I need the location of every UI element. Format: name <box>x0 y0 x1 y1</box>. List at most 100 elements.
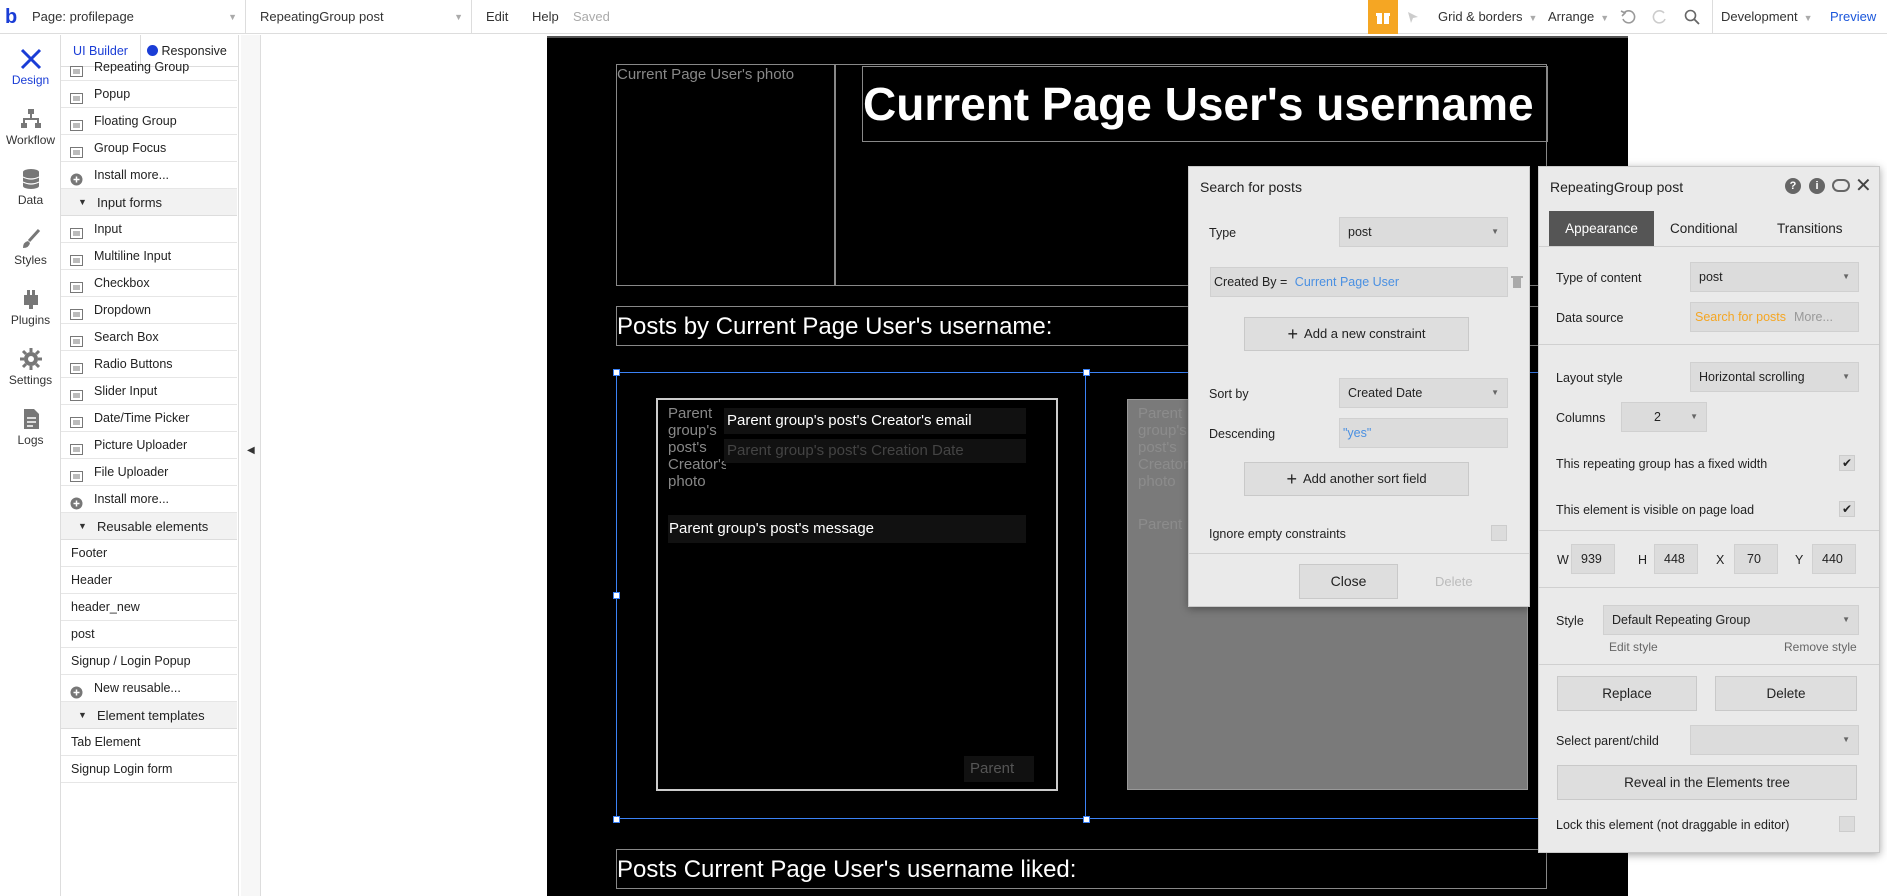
palette-scrollbar[interactable]: ◀ <box>241 35 261 896</box>
resize-handle[interactable] <box>613 592 620 599</box>
data-source-field[interactable]: Search for posts More... <box>1690 302 1859 332</box>
trash-icon[interactable] <box>1511 275 1523 289</box>
undo-icon[interactable] <box>1620 0 1640 34</box>
reusable-item-header-new[interactable]: header_new <box>61 594 237 621</box>
layout-style-dropdown[interactable]: Horizontal scrolling ▼ <box>1690 362 1859 392</box>
palette-item-search-box[interactable]: Search Box <box>61 324 237 351</box>
parent-button[interactable]: Parent <box>964 756 1034 782</box>
delete-button[interactable]: Delete <box>1435 574 1473 589</box>
remove-style-link[interactable]: Remove style <box>1784 640 1857 654</box>
constraint-value[interactable]: Current Page User <box>1295 275 1399 289</box>
close-icon[interactable]: ✕ <box>1855 173 1872 198</box>
user-photo-element[interactable]: Current Page User's photo <box>616 64 835 286</box>
resize-handle[interactable] <box>1083 369 1090 376</box>
palette-item-picture-uploader[interactable]: Picture Uploader <box>61 432 237 459</box>
pointer-icon[interactable] <box>1406 0 1426 34</box>
data-source-value[interactable]: Search for posts <box>1695 310 1786 324</box>
arrange-menu[interactable]: Arrange ▼ <box>1548 0 1609 34</box>
palette-item-input[interactable]: Input <box>61 216 237 243</box>
palette-item-radio-buttons[interactable]: Radio Buttons <box>61 351 237 378</box>
visible-on-load-checkbox[interactable]: ✔ <box>1839 501 1855 517</box>
palette-item-floating-group[interactable]: Floating Group <box>61 108 237 135</box>
palette-item-group-focus[interactable]: Group Focus <box>61 135 237 162</box>
delete-element-button[interactable]: Delete <box>1715 676 1857 711</box>
resize-handle[interactable] <box>613 816 620 823</box>
preview-link[interactable]: Preview <box>1830 0 1876 34</box>
nav-settings[interactable]: Settings <box>0 339 61 395</box>
nav-logs[interactable]: Logs <box>0 399 61 455</box>
help-menu[interactable]: Help <box>532 0 559 34</box>
reveal-in-tree-button[interactable]: Reveal in the Elements tree <box>1557 765 1857 800</box>
nav-plugins[interactable]: Plugins <box>0 279 61 335</box>
data-source-more[interactable]: More... <box>1794 310 1833 324</box>
search-icon[interactable] <box>1684 0 1704 34</box>
nav-design[interactable]: Design <box>0 39 61 95</box>
edit-style-link[interactable]: Edit style <box>1609 640 1658 654</box>
resize-handle[interactable] <box>1083 816 1090 823</box>
post-cell[interactable]: Parent group's post's Creator's photo Pa… <box>656 398 1058 791</box>
palette-item-dropdown[interactable]: Dropdown <box>61 297 237 324</box>
style-dropdown[interactable]: Default Repeating Group ▼ <box>1603 605 1859 635</box>
nav-styles[interactable]: Styles <box>0 219 61 275</box>
gift-icon[interactable] <box>1368 0 1398 34</box>
x-input[interactable]: 70 <box>1734 544 1778 574</box>
creator-email-text[interactable]: Parent group's post's Creator's email <box>724 408 1026 434</box>
height-input[interactable]: 448 <box>1654 544 1698 574</box>
add-constraint-button[interactable]: + Add a new constraint <box>1244 317 1469 351</box>
palette-item-popup[interactable]: Popup <box>61 81 237 108</box>
width-input[interactable]: 939 <box>1571 544 1615 574</box>
posts-liked-text[interactable]: Posts Current Page User's username liked… <box>616 849 1547 889</box>
reusable-item-post[interactable]: post <box>61 621 237 648</box>
info-icon[interactable]: i <box>1809 178 1825 194</box>
page-selector[interactable]: Page: profilepage ▼ <box>24 0 246 34</box>
nav-workflow[interactable]: Workflow <box>0 99 61 155</box>
reusable-item-signup-login-popup[interactable]: Signup / Login Popup <box>61 648 237 675</box>
y-input[interactable]: 440 <box>1812 544 1856 574</box>
ignore-empty-checkbox[interactable] <box>1491 525 1507 541</box>
comment-icon[interactable] <box>1832 179 1850 192</box>
element-selector[interactable]: RepeatingGroup post ▼ <box>252 0 472 34</box>
template-item-tab-element[interactable]: Tab Element <box>61 729 237 756</box>
palette-item-checkbox[interactable]: Checkbox <box>61 270 237 297</box>
reusable-item-header[interactable]: Header <box>61 567 237 594</box>
columns-dropdown[interactable]: 2 ▼ <box>1621 402 1707 432</box>
type-dropdown[interactable]: post ▼ <box>1339 217 1508 247</box>
collapse-arrow-icon[interactable]: ◀ <box>247 445 255 456</box>
replace-button[interactable]: Replace <box>1557 676 1697 711</box>
palette-item-slider-input[interactable]: Slider Input <box>61 378 237 405</box>
reusable-item-footer[interactable]: Footer <box>61 540 237 567</box>
palette-item-date-time-picker[interactable]: Date/Time Picker <box>61 405 237 432</box>
palette-item-repeating-group[interactable]: Repeating Group <box>61 54 237 81</box>
fixed-width-checkbox[interactable]: ✔ <box>1839 455 1855 471</box>
tab-transitions[interactable]: Transitions <box>1777 211 1843 246</box>
tab-conditional[interactable]: Conditional <box>1670 211 1738 246</box>
nav-data[interactable]: Data <box>0 159 61 215</box>
section-reusable-elements[interactable]: ▼ Reusable elements <box>61 513 237 540</box>
section-input-forms[interactable]: ▼ Input forms <box>61 189 237 216</box>
template-item-signup-login-form[interactable]: Signup Login form <box>61 756 237 783</box>
descending-input[interactable]: "yes" <box>1339 418 1508 448</box>
bubble-logo-icon[interactable]: b <box>4 0 24 34</box>
environment-selector[interactable]: Development ▼ <box>1712 0 1822 34</box>
palette-item-install-more[interactable]: Install more... <box>61 486 237 513</box>
sort-by-dropdown[interactable]: Created Date ▼ <box>1339 378 1508 408</box>
tab-appearance[interactable]: Appearance <box>1549 211 1654 246</box>
grid-borders-menu[interactable]: Grid & borders ▼ <box>1438 0 1537 34</box>
edit-menu[interactable]: Edit <box>486 0 508 34</box>
constraint-row[interactable]: Created By = Current Page User <box>1210 267 1508 297</box>
type-of-content-dropdown[interactable]: post ▼ <box>1690 262 1859 292</box>
post-message-text[interactable]: Parent group's post's message <box>668 515 1026 543</box>
username-text[interactable]: Current Page User's username <box>862 66 1548 142</box>
palette-item-file-uploader[interactable]: File Uploader <box>61 459 237 486</box>
select-parent-dropdown[interactable]: ▼ <box>1690 725 1859 755</box>
palette-item-install-more[interactable]: Install more... <box>61 162 237 189</box>
redo-icon[interactable] <box>1652 0 1672 34</box>
help-icon[interactable]: ? <box>1785 178 1801 194</box>
resize-handle[interactable] <box>613 369 620 376</box>
close-button[interactable]: Close <box>1299 564 1398 599</box>
section-element-templates[interactable]: ▼ Element templates <box>61 702 237 729</box>
reusable-item-new-reusable[interactable]: New reusable... <box>61 675 237 702</box>
add-sort-field-button[interactable]: + Add another sort field <box>1244 462 1469 496</box>
creation-date-text[interactable]: Parent group's post's Creation Date <box>724 439 1026 463</box>
palette-item-multiline-input[interactable]: Multiline Input <box>61 243 237 270</box>
